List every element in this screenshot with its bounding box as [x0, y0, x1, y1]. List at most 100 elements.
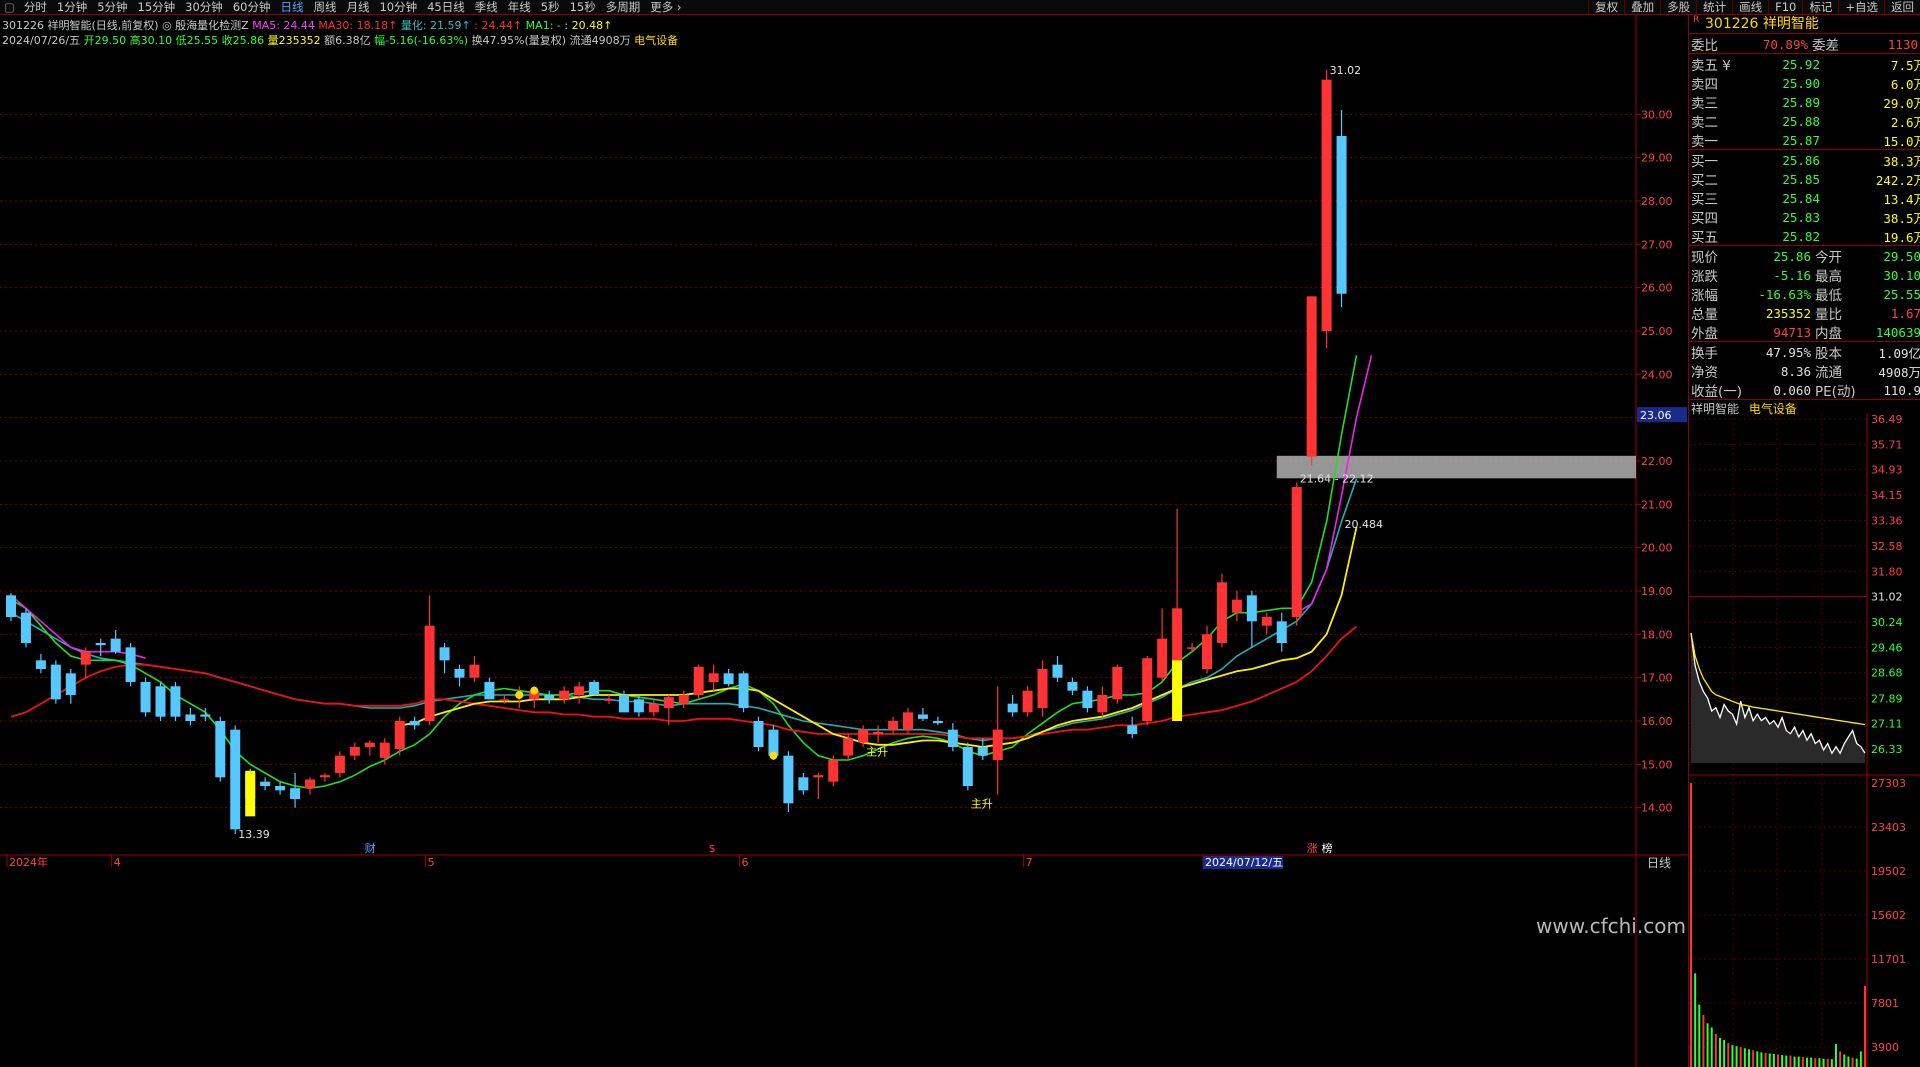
level-volume: 19.6万 [1883, 229, 1920, 245]
stat-label: 换手 [1691, 346, 1718, 362]
candle-body [544, 695, 555, 700]
candle-body [678, 695, 689, 704]
level-label: 买五 [1691, 230, 1718, 246]
signal-dot [515, 691, 524, 699]
period-tab[interactable]: 分时 [19, 0, 52, 15]
x-tick-label: 6 [742, 856, 749, 869]
candle-body [574, 686, 585, 695]
candle-body [738, 673, 749, 708]
candle-body [1246, 595, 1257, 622]
stat-value: 140639 [1875, 324, 1920, 340]
period-label: 日线 [1647, 856, 1671, 870]
tool-buttons: 复权 叠加 多股 统计 画线 F10 标记 +自选 返回 [1588, 0, 1920, 14]
period-tab[interactable]: 15秒 [565, 0, 601, 15]
candle-body [80, 651, 91, 665]
order-book-row: 卖一 25.87 15.0万 [1689, 130, 1920, 151]
period-tab[interactable]: 日线 [275, 0, 308, 15]
window-corner-icon[interactable]: ▢ [0, 0, 19, 14]
mini-volume-bar [1781, 1055, 1784, 1067]
mini-price-tick: 33.36 [1871, 515, 1903, 528]
mini-volume-bar [1752, 1050, 1755, 1067]
mini-volume-bar [1764, 1052, 1767, 1067]
candle-body [1291, 487, 1302, 617]
y-tick-label: 25.00 [1641, 325, 1673, 338]
period-tab[interactable]: 月线 [341, 0, 374, 15]
x-marker: 涨 [1307, 842, 1318, 855]
candle-body [962, 747, 973, 786]
candle-body [858, 729, 869, 743]
mini-price-tick: 32.58 [1871, 540, 1903, 553]
mini-volume-bar [1814, 1058, 1817, 1067]
stat-row: 现价 25.86 今开 29.50 [1689, 246, 1920, 267]
tool-button[interactable]: 标记 [1802, 0, 1838, 14]
candle-body [648, 703, 659, 713]
y-tick-label: 18.00 [1641, 628, 1673, 641]
level-price: 25.88 [1782, 113, 1820, 129]
bid-book: 买一 25.86 38.3万 买二 25.85 242.2万 买三 25.84 13.4万 买四 2… [1689, 149, 1920, 246]
period-tab[interactable]: 周线 [308, 0, 341, 15]
tool-button[interactable]: 返回 [1884, 0, 1920, 14]
period-tab[interactable]: 1分钟 [52, 0, 92, 15]
tool-button[interactable]: 画线 [1732, 0, 1768, 14]
x-tick-label: 7 [1026, 856, 1033, 869]
y-tick-label: 17.00 [1641, 672, 1673, 685]
period-tab[interactable]: 5分钟 [92, 0, 132, 15]
tool-button[interactable]: 叠加 [1624, 0, 1660, 14]
mini-volume-bar [1777, 1054, 1779, 1067]
tool-button[interactable]: 统计 [1696, 0, 1732, 14]
candle-body [932, 721, 943, 724]
candle-body [469, 664, 480, 678]
intraday-chart[interactable]: 36.49 35.71 34.93 34.15 33.36 32.58 31.80 31.02… [1689, 413, 1920, 1067]
period-tab[interactable]: 45日线 [422, 0, 470, 15]
mini-price-tick: 34.93 [1871, 464, 1903, 477]
candle-body [1052, 664, 1063, 678]
candle-body [888, 721, 899, 730]
mini-volume-bar [1826, 1058, 1829, 1067]
candle-body [409, 721, 420, 726]
tool-button[interactable]: F10 [1768, 0, 1802, 14]
level-label: 卖三 [1691, 96, 1718, 112]
stat-label: 内盘 [1815, 326, 1842, 342]
mini-volume-bar [1690, 783, 1692, 1067]
stock-code: 301226 [1705, 16, 1759, 32]
candle-body [379, 742, 390, 758]
candle-body [873, 731, 884, 734]
level-label: 卖一 [1691, 134, 1718, 150]
level-volume: 7.5万 [1890, 57, 1920, 73]
period-tab[interactable]: 15分钟 [133, 0, 181, 15]
candle-body [708, 673, 719, 682]
period-tab[interactable]: 30分钟 [180, 0, 228, 15]
mini-volume-bar [1851, 1057, 1854, 1067]
period-tab[interactable]: 季线 [470, 0, 503, 15]
mini-price-tick: 35.71 [1871, 438, 1903, 451]
candle-body [589, 682, 600, 695]
candle-body [334, 755, 345, 773]
period-tab[interactable]: 5秒 [536, 0, 565, 15]
kline-chart[interactable]: 30.0029.0028.0027.0026.0025.0024.0023.00… [0, 15, 1688, 1067]
tool-button[interactable]: 复权 [1588, 0, 1624, 14]
tool-button[interactable]: 多股 [1660, 0, 1696, 14]
stat-value: 47.95% [1765, 344, 1811, 360]
x-marker: 财 [365, 841, 376, 855]
ma-green-line [10, 355, 1358, 790]
candle-body [484, 682, 495, 700]
period-tab[interactable]: 年线 [503, 0, 536, 15]
period-tab[interactable]: 更多 › [645, 0, 686, 15]
mini-volume-bar [1839, 1051, 1842, 1067]
candle-body [305, 779, 315, 789]
mini-volume-bar [1864, 985, 1866, 1067]
stat-row: 换手 47.95% 股本 1.09亿 [1689, 342, 1920, 363]
period-tab[interactable]: 10分钟 [374, 0, 422, 15]
stat-label: 现价 [1691, 250, 1718, 266]
period-tab[interactable]: 多周期 [601, 0, 646, 15]
level-label: 卖四 [1691, 77, 1718, 93]
period-tab[interactable]: 60分钟 [228, 0, 276, 15]
y-tick-label: 26.00 [1641, 282, 1673, 295]
mini-vol-tick: 11701 [1871, 953, 1906, 966]
order-book-row: 卖五 ¥ 25.92 7.5万 [1689, 54, 1920, 75]
mini-volume-bar [1806, 1057, 1808, 1067]
level-label: 买二 [1691, 173, 1718, 189]
candle-body [290, 788, 301, 799]
candle-body [903, 712, 913, 730]
tool-button[interactable]: +自选 [1838, 0, 1884, 14]
